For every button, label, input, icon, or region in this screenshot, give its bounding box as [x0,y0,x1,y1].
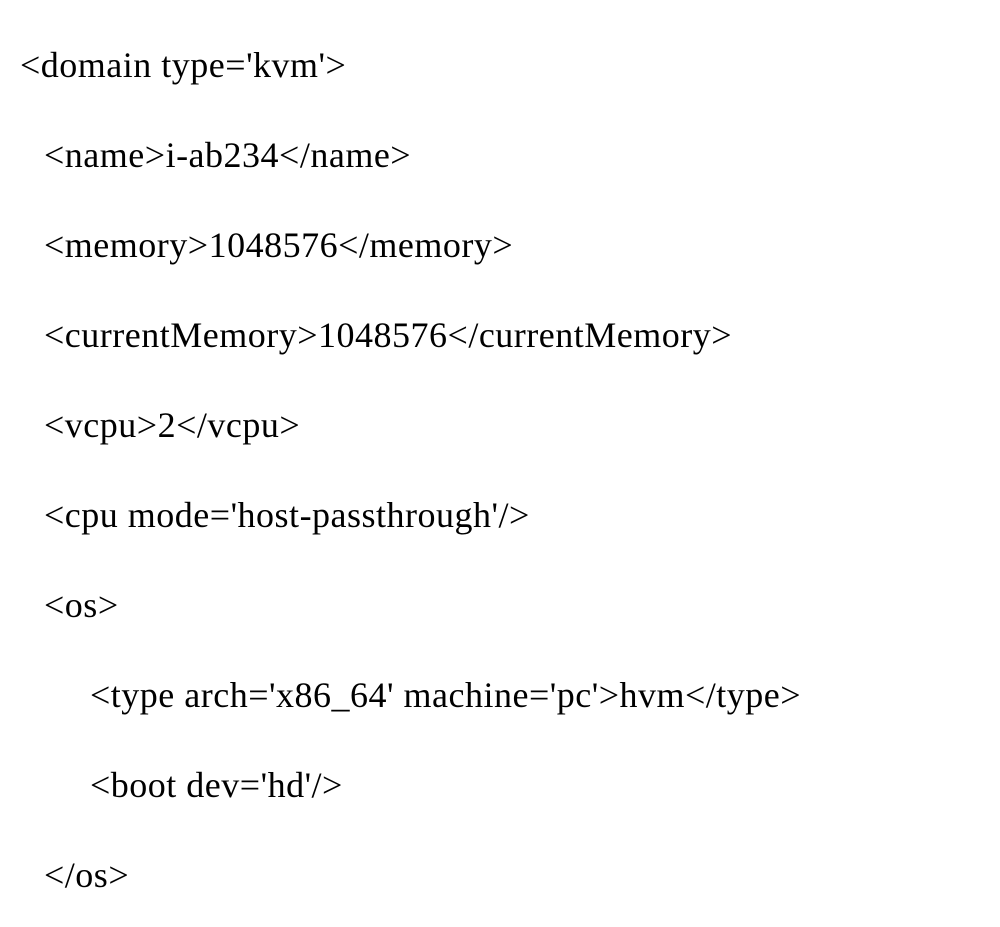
xml-line-boot: <boot dev='hd'/> [20,740,980,830]
xml-line-vcpu: <vcpu>2</vcpu> [20,380,980,470]
xml-line-os-close: </os> [20,830,980,920]
xml-line-memory: <memory>1048576</memory> [20,200,980,290]
xml-line-current-memory: <currentMemory>1048576</currentMemory> [20,290,980,380]
xml-line-type: <type arch='x86_64' machine='pc'>hvm</ty… [20,650,980,740]
xml-line-domain-open: <domain type='kvm'> [20,20,980,110]
xml-line-cpu: <cpu mode='host-passthrough'/> [20,470,980,560]
xml-line-name: <name>i-ab234</name> [20,110,980,200]
xml-line-os-open: <os> [20,560,980,650]
